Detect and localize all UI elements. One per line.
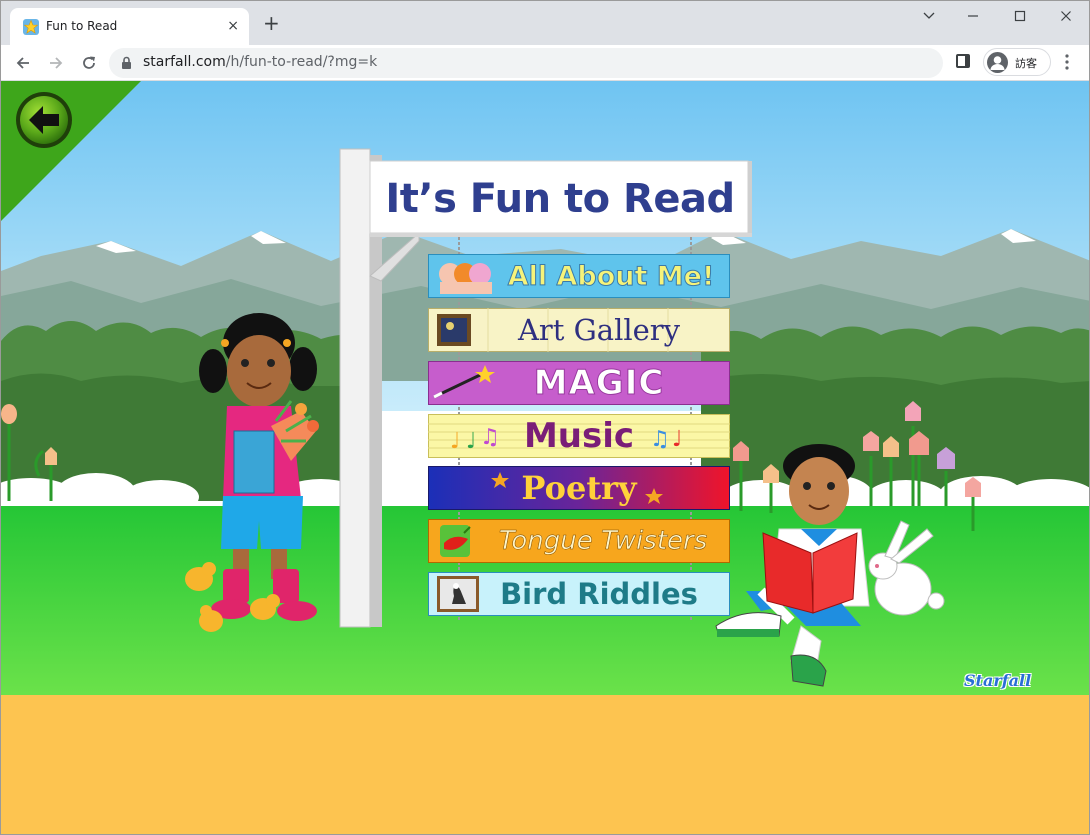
more-menu-icon[interactable] <box>1064 54 1070 70</box>
back-button[interactable] <box>15 91 73 149</box>
avatar-icon <box>987 52 1008 73</box>
menu-label-music: Music <box>523 416 635 456</box>
menu-item-all-about-me[interactable]: All About Me! <box>428 254 730 298</box>
browser-toolbar: starfall.com/h/fun-to-read/?mg=k 訪客 <box>1 45 1089 81</box>
arrow-left-icon <box>16 57 29 69</box>
forward-nav-button[interactable] <box>44 51 68 75</box>
menu-label-art-gallery: Art Gallery <box>517 313 681 347</box>
url-text: starfall.com/h/fun-to-read/?mg=k <box>143 54 377 70</box>
starfall-favicon-icon <box>23 19 39 35</box>
url-path: /h/fun-to-read/?mg=k <box>225 54 378 70</box>
profile-button[interactable]: 訪客 <box>983 48 1051 76</box>
new-tab-button[interactable]: + <box>263 13 280 33</box>
minimize-icon <box>968 15 978 17</box>
ground <box>1 695 1089 834</box>
tab-strip: Fun to Read × + <box>1 1 1089 45</box>
menu-item-music[interactable]: ♩ ♩ ♫ ♫ ♩ Music <box>428 414 730 458</box>
reload-button[interactable] <box>77 51 101 75</box>
menu-item-poetry[interactable]: Poetry <box>428 466 730 510</box>
browser-window: Fun to Read × + starfall.com/h/fun-to-re… <box>0 0 1090 835</box>
menu-item-bird-riddles[interactable]: Bird Riddles <box>428 572 730 616</box>
maximize-button[interactable] <box>997 7 1043 27</box>
menu-item-tongue-twisters[interactable]: Tongue Twisters <box>428 519 730 563</box>
arrow-left-icon <box>16 92 72 148</box>
menu-label-poetry: Poetry <box>521 469 637 507</box>
profile-label: 訪客 <box>1015 57 1037 70</box>
page-title: It’s Fun to Read <box>385 176 735 222</box>
arrow-right-icon <box>50 57 63 69</box>
tab-title: Fun to Read <box>46 19 118 33</box>
url-host: starfall.com <box>143 54 226 70</box>
menu-label-tongue-twisters: Tongue Twisters <box>498 526 708 557</box>
menu-item-magic[interactable]: MAGIC <box>428 361 730 405</box>
menu-label-bird-riddles: Bird Riddles <box>500 577 698 611</box>
tab-close-icon[interactable]: × <box>227 18 239 34</box>
address-bar[interactable]: starfall.com/h/fun-to-read/?mg=k <box>109 48 943 78</box>
back-nav-button[interactable] <box>11 51 35 75</box>
menu-item-art-gallery[interactable]: Art Gallery <box>428 308 730 352</box>
menu-label-all-about-me: All About Me! <box>507 260 715 292</box>
maximize-icon <box>1014 10 1026 22</box>
lock-icon <box>122 56 131 69</box>
starfall-logo[interactable]: Starfall <box>964 671 1031 690</box>
chevron-down-icon <box>923 12 935 19</box>
reload-icon <box>83 56 95 69</box>
side-panel-icon[interactable] <box>956 54 970 68</box>
close-window-button[interactable] <box>1043 7 1089 27</box>
minimize-window-button[interactable] <box>950 7 996 27</box>
close-icon <box>1061 11 1071 21</box>
minimize-button[interactable] <box>906 7 952 27</box>
tab-fun-to-read[interactable]: Fun to Read × <box>10 8 249 45</box>
menu-label-magic: MAGIC <box>533 363 665 404</box>
page-content: It’s Fun to Read All About Me! Art Galle… <box>1 81 1089 834</box>
